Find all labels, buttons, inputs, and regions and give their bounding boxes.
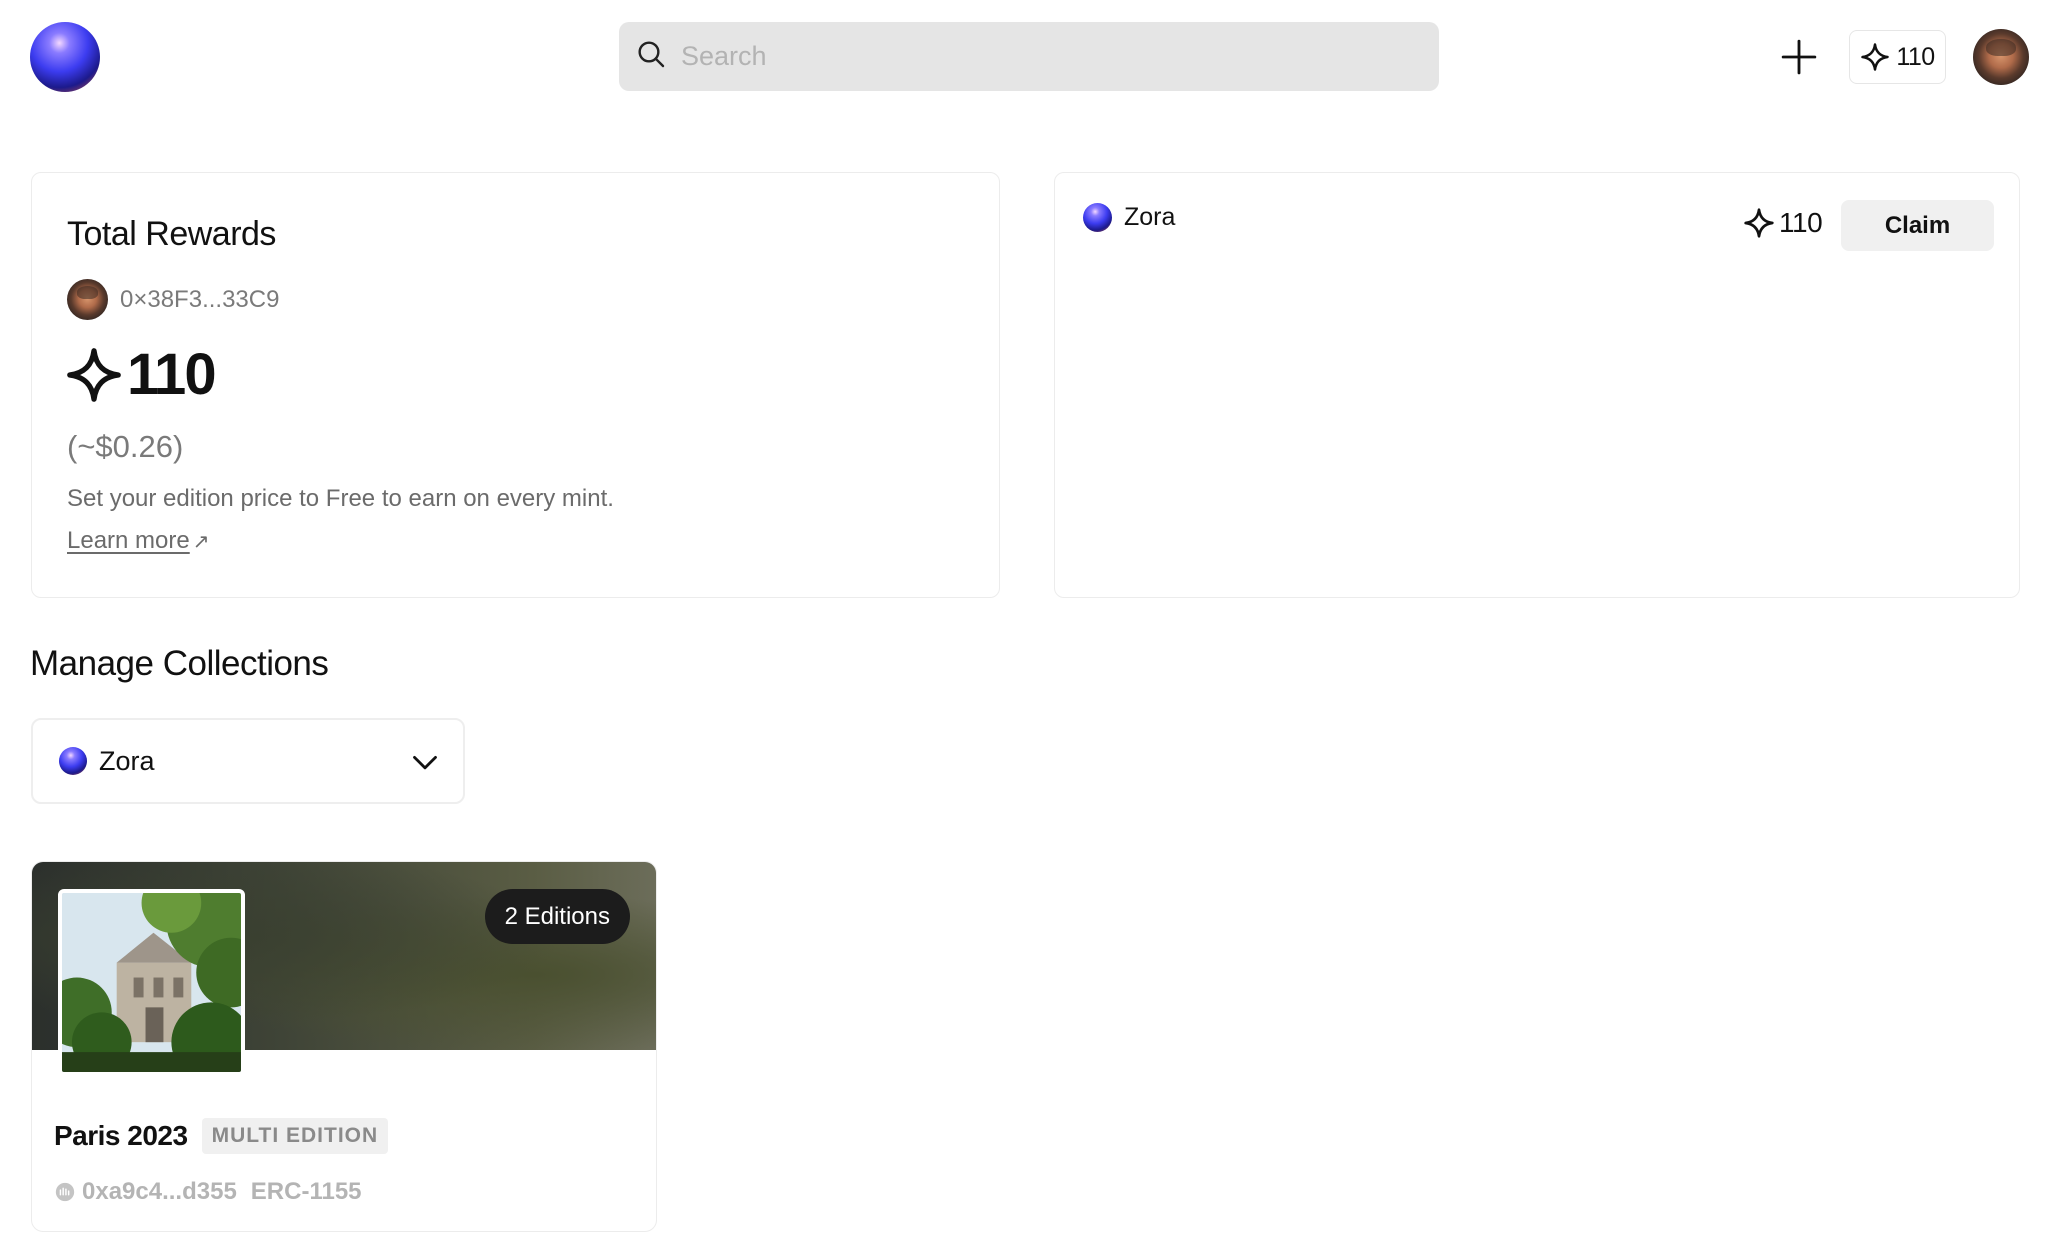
rewards-title: Total Rewards [67, 215, 276, 253]
collection-select[interactable]: Zora [31, 718, 465, 804]
plus-icon [1781, 39, 1817, 75]
wallet-address: 0×38F3...33C9 [120, 285, 280, 313]
claim-points: 110 [1743, 207, 1823, 239]
zora-logo[interactable] [30, 22, 100, 92]
sparkle-icon [67, 347, 121, 402]
chevron-down-icon [413, 755, 437, 770]
rewards-usd-value: (~$0.26) [67, 429, 184, 464]
zora-orb-icon [59, 747, 87, 775]
search-icon [635, 38, 667, 75]
manage-collections-title: Manage Collections [30, 644, 329, 683]
learn-more-link[interactable]: Learn more ↗ [67, 527, 210, 555]
rewards-points: 110 [65, 341, 217, 408]
collection-meta: 0xa9c4...d355 ERC-1155 [54, 1178, 362, 1206]
sparkle-icon [1861, 43, 1890, 71]
collection-name: Paris 2023 [54, 1120, 188, 1151]
zora-orb-icon [1083, 203, 1112, 232]
total-rewards-card: Total Rewards 0×38F3...33C9 110 (~$0.26)… [31, 172, 1000, 598]
claim-network-name: Zora [1124, 203, 1176, 231]
collection-select-value: Zora [99, 745, 155, 776]
claim-button[interactable]: Claim [1841, 200, 1994, 251]
wallet-row: 0×38F3...33C9 [67, 279, 279, 320]
rewards-note: Set your edition price to Free to earn o… [67, 485, 614, 512]
collection-standard: ERC-1155 [250, 1178, 362, 1205]
editions-pill: 2 Editions [484, 889, 630, 944]
create-button[interactable] [1780, 38, 1818, 76]
sparkle-icon [1744, 208, 1774, 238]
search-input[interactable] [681, 41, 1381, 72]
collection-type-badge: MULTI EDITION [201, 1118, 389, 1154]
collection-thumbnail [58, 889, 245, 1076]
collection-card[interactable]: 2 Editions Paris 2023 MULTI EDITION 0xa9… [31, 861, 657, 1232]
search-bar[interactable] [619, 22, 1439, 91]
external-link-icon: ↗ [192, 531, 210, 553]
avatar [67, 279, 108, 320]
profile-avatar[interactable] [1973, 29, 2029, 85]
contract-icon [55, 1182, 75, 1202]
collection-address: 0xa9c4...d355 [82, 1178, 237, 1205]
claim-row: Zora [1083, 203, 1175, 232]
points-value: 110 [1896, 42, 1935, 71]
points-button[interactable]: 110 [1849, 30, 1946, 84]
collection-title-row: Paris 2023 MULTI EDITION [54, 1118, 389, 1154]
claim-points-value: 110 [1779, 207, 1823, 238]
rewards-points-value: 110 [127, 342, 217, 407]
claim-rewards-card: Zora 110 Claim [1054, 172, 2020, 598]
